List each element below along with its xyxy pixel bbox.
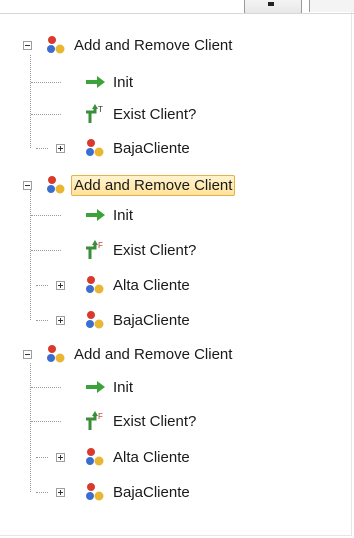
collapse-toggle[interactable] — [23, 350, 32, 359]
decision-badge: F — [98, 412, 103, 421]
tree-line — [36, 285, 48, 286]
tree-line — [31, 82, 61, 83]
tree-node-label: BajaCliente — [113, 311, 190, 329]
tree-line — [30, 55, 31, 148]
green-arrow-icon — [86, 209, 105, 221]
tree-node[interactable]: Init — [84, 203, 136, 227]
tree-line — [36, 457, 48, 458]
tree-node-label: BajaCliente — [113, 483, 190, 501]
group-nodes-icon — [86, 448, 104, 466]
collapse-toggle[interactable] — [23, 41, 32, 50]
tree-node-label: Add and Remove Client — [74, 345, 233, 363]
tree-node[interactable]: Add and Remove Client — [45, 33, 235, 57]
tree-node-label: BajaCliente — [113, 139, 190, 157]
tree-node-selected[interactable]: Add and Remove Client — [45, 173, 236, 197]
expand-toggle[interactable] — [56, 281, 65, 290]
tree-node[interactable]: F Exist Client? — [84, 409, 199, 433]
tree-node-label: Add and Remove Client — [71, 174, 236, 196]
group-nodes-icon — [86, 311, 104, 329]
group-nodes-icon — [47, 345, 65, 363]
group-nodes-icon — [86, 276, 104, 294]
green-arrow-icon — [86, 381, 105, 393]
tree-line — [31, 114, 61, 115]
tree-node[interactable]: Alta Cliente — [84, 273, 193, 297]
tree-line — [36, 492, 48, 493]
decision-true-icon: T — [86, 104, 103, 123]
tree-node-label: Exist Client? — [113, 412, 197, 430]
decision-false-icon: F — [86, 411, 103, 430]
tree-node[interactable]: Init — [84, 375, 136, 399]
tree-node[interactable]: Init — [84, 70, 136, 94]
tree-node-label: Exist Client? — [113, 105, 197, 123]
tree-line — [31, 215, 61, 216]
decision-badge: F — [98, 241, 103, 250]
toolbar-divider — [0, 13, 354, 14]
tree-line — [31, 421, 61, 422]
tree-line — [31, 250, 61, 251]
green-arrow-icon — [86, 76, 105, 88]
tree-node[interactable]: BajaCliente — [84, 308, 193, 332]
top-toolbar — [0, 0, 354, 14]
group-nodes-icon — [47, 176, 65, 194]
tree-node-label: Exist Client? — [113, 241, 197, 259]
tree-node-label: Add and Remove Client — [74, 36, 233, 54]
tree-node-label: Alta Cliente — [113, 276, 190, 294]
tree-line — [36, 148, 48, 149]
expand-toggle[interactable] — [56, 453, 65, 462]
dropdown-button[interactable] — [244, 0, 302, 14]
expand-toggle[interactable] — [56, 316, 65, 325]
tree-node[interactable]: Alta Cliente — [84, 445, 193, 469]
group-nodes-icon — [86, 139, 104, 157]
dropdown-arrow-icon — [268, 2, 274, 6]
tree-line — [31, 387, 61, 388]
tree-line — [30, 363, 31, 492]
collapse-toggle[interactable] — [23, 181, 32, 190]
expand-toggle[interactable] — [56, 488, 65, 497]
tree-line — [30, 190, 31, 320]
tree-node-label: Init — [113, 73, 134, 91]
tree-node[interactable]: BajaCliente — [84, 480, 193, 504]
tree-node[interactable]: F Exist Client? — [84, 238, 199, 262]
decision-false-icon: F — [86, 240, 103, 259]
tree-panel: Add and Remove Client Init T Exist Clien… — [0, 0, 354, 536]
toolbar-button[interactable] — [309, 0, 354, 12]
decision-badge: T — [98, 105, 103, 114]
tree-node[interactable]: BajaCliente — [84, 136, 193, 160]
tree-node[interactable]: T Exist Client? — [84, 102, 199, 126]
expand-toggle[interactable] — [56, 144, 65, 153]
group-nodes-icon — [47, 36, 65, 54]
tree-line — [36, 320, 48, 321]
tree-node-label: Init — [113, 378, 134, 396]
tree-node[interactable]: Add and Remove Client — [45, 342, 235, 366]
tree-node-label: Init — [113, 206, 134, 224]
tree-node-label: Alta Cliente — [113, 448, 190, 466]
group-nodes-icon — [86, 483, 104, 501]
